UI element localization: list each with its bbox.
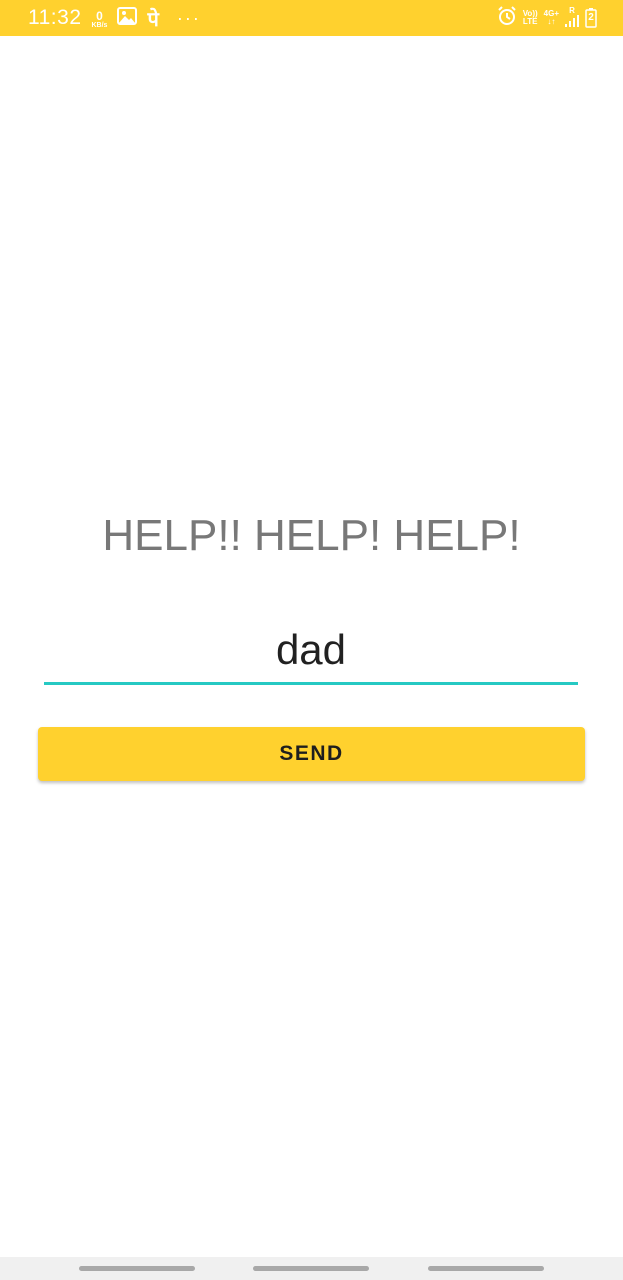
network-speed-indicator: 0 KB/s <box>92 10 108 29</box>
volte-label-bottom: LTE <box>522 17 538 26</box>
alarm-icon <box>497 5 517 31</box>
status-bar-left: 11:32 0 KB/s पे ··· <box>28 0 201 36</box>
status-bar-right: Vo)) LTE 4G+ ↓↑ R 2 <box>497 0 597 36</box>
more-notifications-icon: ··· <box>176 7 201 28</box>
network-speed-unit: KB/s <box>91 21 108 29</box>
contact-name-input[interactable] <box>44 618 578 685</box>
data-arrows-icon: ↓↑ <box>547 17 556 26</box>
battery-level: 2 <box>588 12 594 23</box>
nav-pill-menu[interactable] <box>79 1266 195 1271</box>
battery-icon: 2 <box>585 8 597 28</box>
network-speed-value: 0 <box>96 8 103 23</box>
app-screen: 11:32 0 KB/s पे ··· Vo)) LTE 4G+ ↓↑ R 2 … <box>0 0 623 1280</box>
signal-strength-icon <box>565 15 579 29</box>
help-message-heading: HELP!! HELP! HELP! <box>102 511 521 560</box>
signal-indicator: R <box>565 7 579 29</box>
status-time: 11:32 <box>28 6 82 29</box>
payment-notification-icon: पे <box>147 8 159 31</box>
volte-indicator: Vo)) LTE <box>523 10 538 26</box>
nav-pill-back[interactable] <box>428 1266 544 1271</box>
send-button[interactable]: SEND <box>38 727 585 781</box>
status-bar: 11:32 0 KB/s पे ··· Vo)) LTE 4G+ ↓↑ R 2 <box>0 0 623 36</box>
roaming-label: R <box>569 6 575 15</box>
network-type-indicator: 4G+ ↓↑ <box>544 10 559 26</box>
gallery-notification-icon <box>117 6 138 30</box>
gesture-navigation-bar <box>0 1257 623 1280</box>
nav-pill-home[interactable] <box>253 1266 369 1271</box>
